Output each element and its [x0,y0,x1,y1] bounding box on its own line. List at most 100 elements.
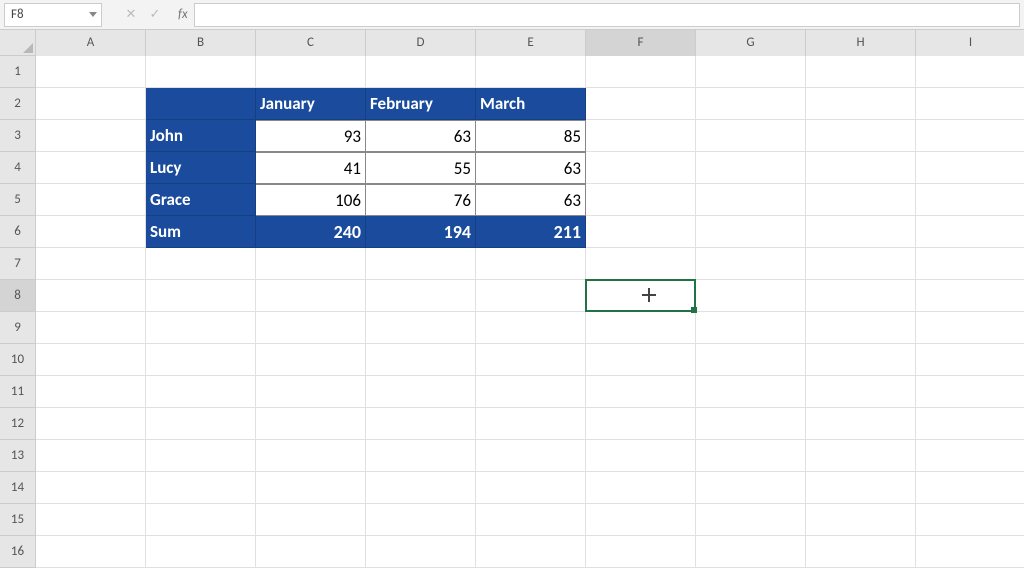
cell-A6[interactable] [36,216,146,248]
cell-E15[interactable] [476,504,586,536]
cell-A12[interactable] [36,408,146,440]
cell-H3[interactable] [806,120,916,152]
cell-I13[interactable] [916,440,1024,472]
select-all-corner[interactable] [0,30,36,56]
cell-E12[interactable] [476,408,586,440]
cell-A15[interactable] [36,504,146,536]
cell-D8[interactable] [366,280,476,312]
cell-C1[interactable] [256,56,366,88]
row-header-11[interactable]: 11 [0,376,36,408]
cell-G7[interactable] [696,248,806,280]
row-header-6[interactable]: 6 [0,216,36,248]
cell-E6[interactable]: 211 [476,216,586,248]
cell-E5[interactable]: 63 [476,184,586,216]
row-header-4[interactable]: 4 [0,152,36,184]
cell-D13[interactable] [366,440,476,472]
col-header-C[interactable]: C [256,30,366,56]
col-header-B[interactable]: B [146,30,256,56]
col-header-F[interactable]: F [586,30,696,56]
cell-G9[interactable] [696,312,806,344]
cell-G12[interactable] [696,408,806,440]
row-header-10[interactable]: 10 [0,344,36,376]
cell-I12[interactable] [916,408,1024,440]
cell-H7[interactable] [806,248,916,280]
row-header-9[interactable]: 9 [0,312,36,344]
cell-A11[interactable] [36,376,146,408]
cell-C4[interactable]: 41 [256,152,366,184]
cell-A7[interactable] [36,248,146,280]
cell-F3[interactable] [586,120,696,152]
cell-F5[interactable] [586,184,696,216]
cell-D5[interactable]: 76 [366,184,476,216]
cell-A4[interactable] [36,152,146,184]
cell-I2[interactable] [916,88,1024,120]
cell-B1[interactable] [146,56,256,88]
name-box[interactable]: F8 [4,3,102,27]
cell-I9[interactable] [916,312,1024,344]
cell-A2[interactable] [36,88,146,120]
cell-I8[interactable] [916,280,1024,312]
cell-G13[interactable] [696,440,806,472]
cell-E16[interactable] [476,536,586,568]
cell-H2[interactable] [806,88,916,120]
cell-F10[interactable] [586,344,696,376]
cell-I16[interactable] [916,536,1024,568]
cell-A14[interactable] [36,472,146,504]
col-header-I[interactable]: I [916,30,1024,56]
cell-E8[interactable] [476,280,586,312]
cell-H11[interactable] [806,376,916,408]
cell-A5[interactable] [36,184,146,216]
cell-G15[interactable] [696,504,806,536]
cell-D3[interactable]: 63 [366,120,476,152]
cell-B13[interactable] [146,440,256,472]
cell-C7[interactable] [256,248,366,280]
cell-D14[interactable] [366,472,476,504]
cell-F15[interactable] [586,504,696,536]
cell-C9[interactable] [256,312,366,344]
cell-B3[interactable]: John [146,120,256,152]
cell-A8[interactable] [36,280,146,312]
cell-A9[interactable] [36,312,146,344]
cell-D10[interactable] [366,344,476,376]
cell-E13[interactable] [476,440,586,472]
cell-C11[interactable] [256,376,366,408]
cell-I14[interactable] [916,472,1024,504]
row-header-15[interactable]: 15 [0,504,36,536]
cell-E7[interactable] [476,248,586,280]
cell-H4[interactable] [806,152,916,184]
cell-H15[interactable] [806,504,916,536]
col-header-H[interactable]: H [806,30,916,56]
cell-B6[interactable]: Sum [146,216,256,248]
cell-B11[interactable] [146,376,256,408]
col-header-E[interactable]: E [476,30,586,56]
cell-I5[interactable] [916,184,1024,216]
row-header-2[interactable]: 2 [0,88,36,120]
cell-C12[interactable] [256,408,366,440]
cell-I7[interactable] [916,248,1024,280]
cell-I4[interactable] [916,152,1024,184]
cell-C14[interactable] [256,472,366,504]
cell-I3[interactable] [916,120,1024,152]
cell-A10[interactable] [36,344,146,376]
cell-F2[interactable] [586,88,696,120]
cell-D12[interactable] [366,408,476,440]
cell-D9[interactable] [366,312,476,344]
cell-A16[interactable] [36,536,146,568]
cell-B12[interactable] [146,408,256,440]
cell-H13[interactable] [806,440,916,472]
row-header-12[interactable]: 12 [0,408,36,440]
cell-D16[interactable] [366,536,476,568]
cell-D15[interactable] [366,504,476,536]
cell-E10[interactable] [476,344,586,376]
cell-H14[interactable] [806,472,916,504]
row-header-8[interactable]: 8 [0,280,36,312]
cell-H5[interactable] [806,184,916,216]
cell-D1[interactable] [366,56,476,88]
cell-E9[interactable] [476,312,586,344]
cell-H12[interactable] [806,408,916,440]
col-header-A[interactable]: A [36,30,146,56]
cell-D11[interactable] [366,376,476,408]
chevron-down-icon[interactable] [89,12,97,17]
cell-A3[interactable] [36,120,146,152]
cell-F16[interactable] [586,536,696,568]
